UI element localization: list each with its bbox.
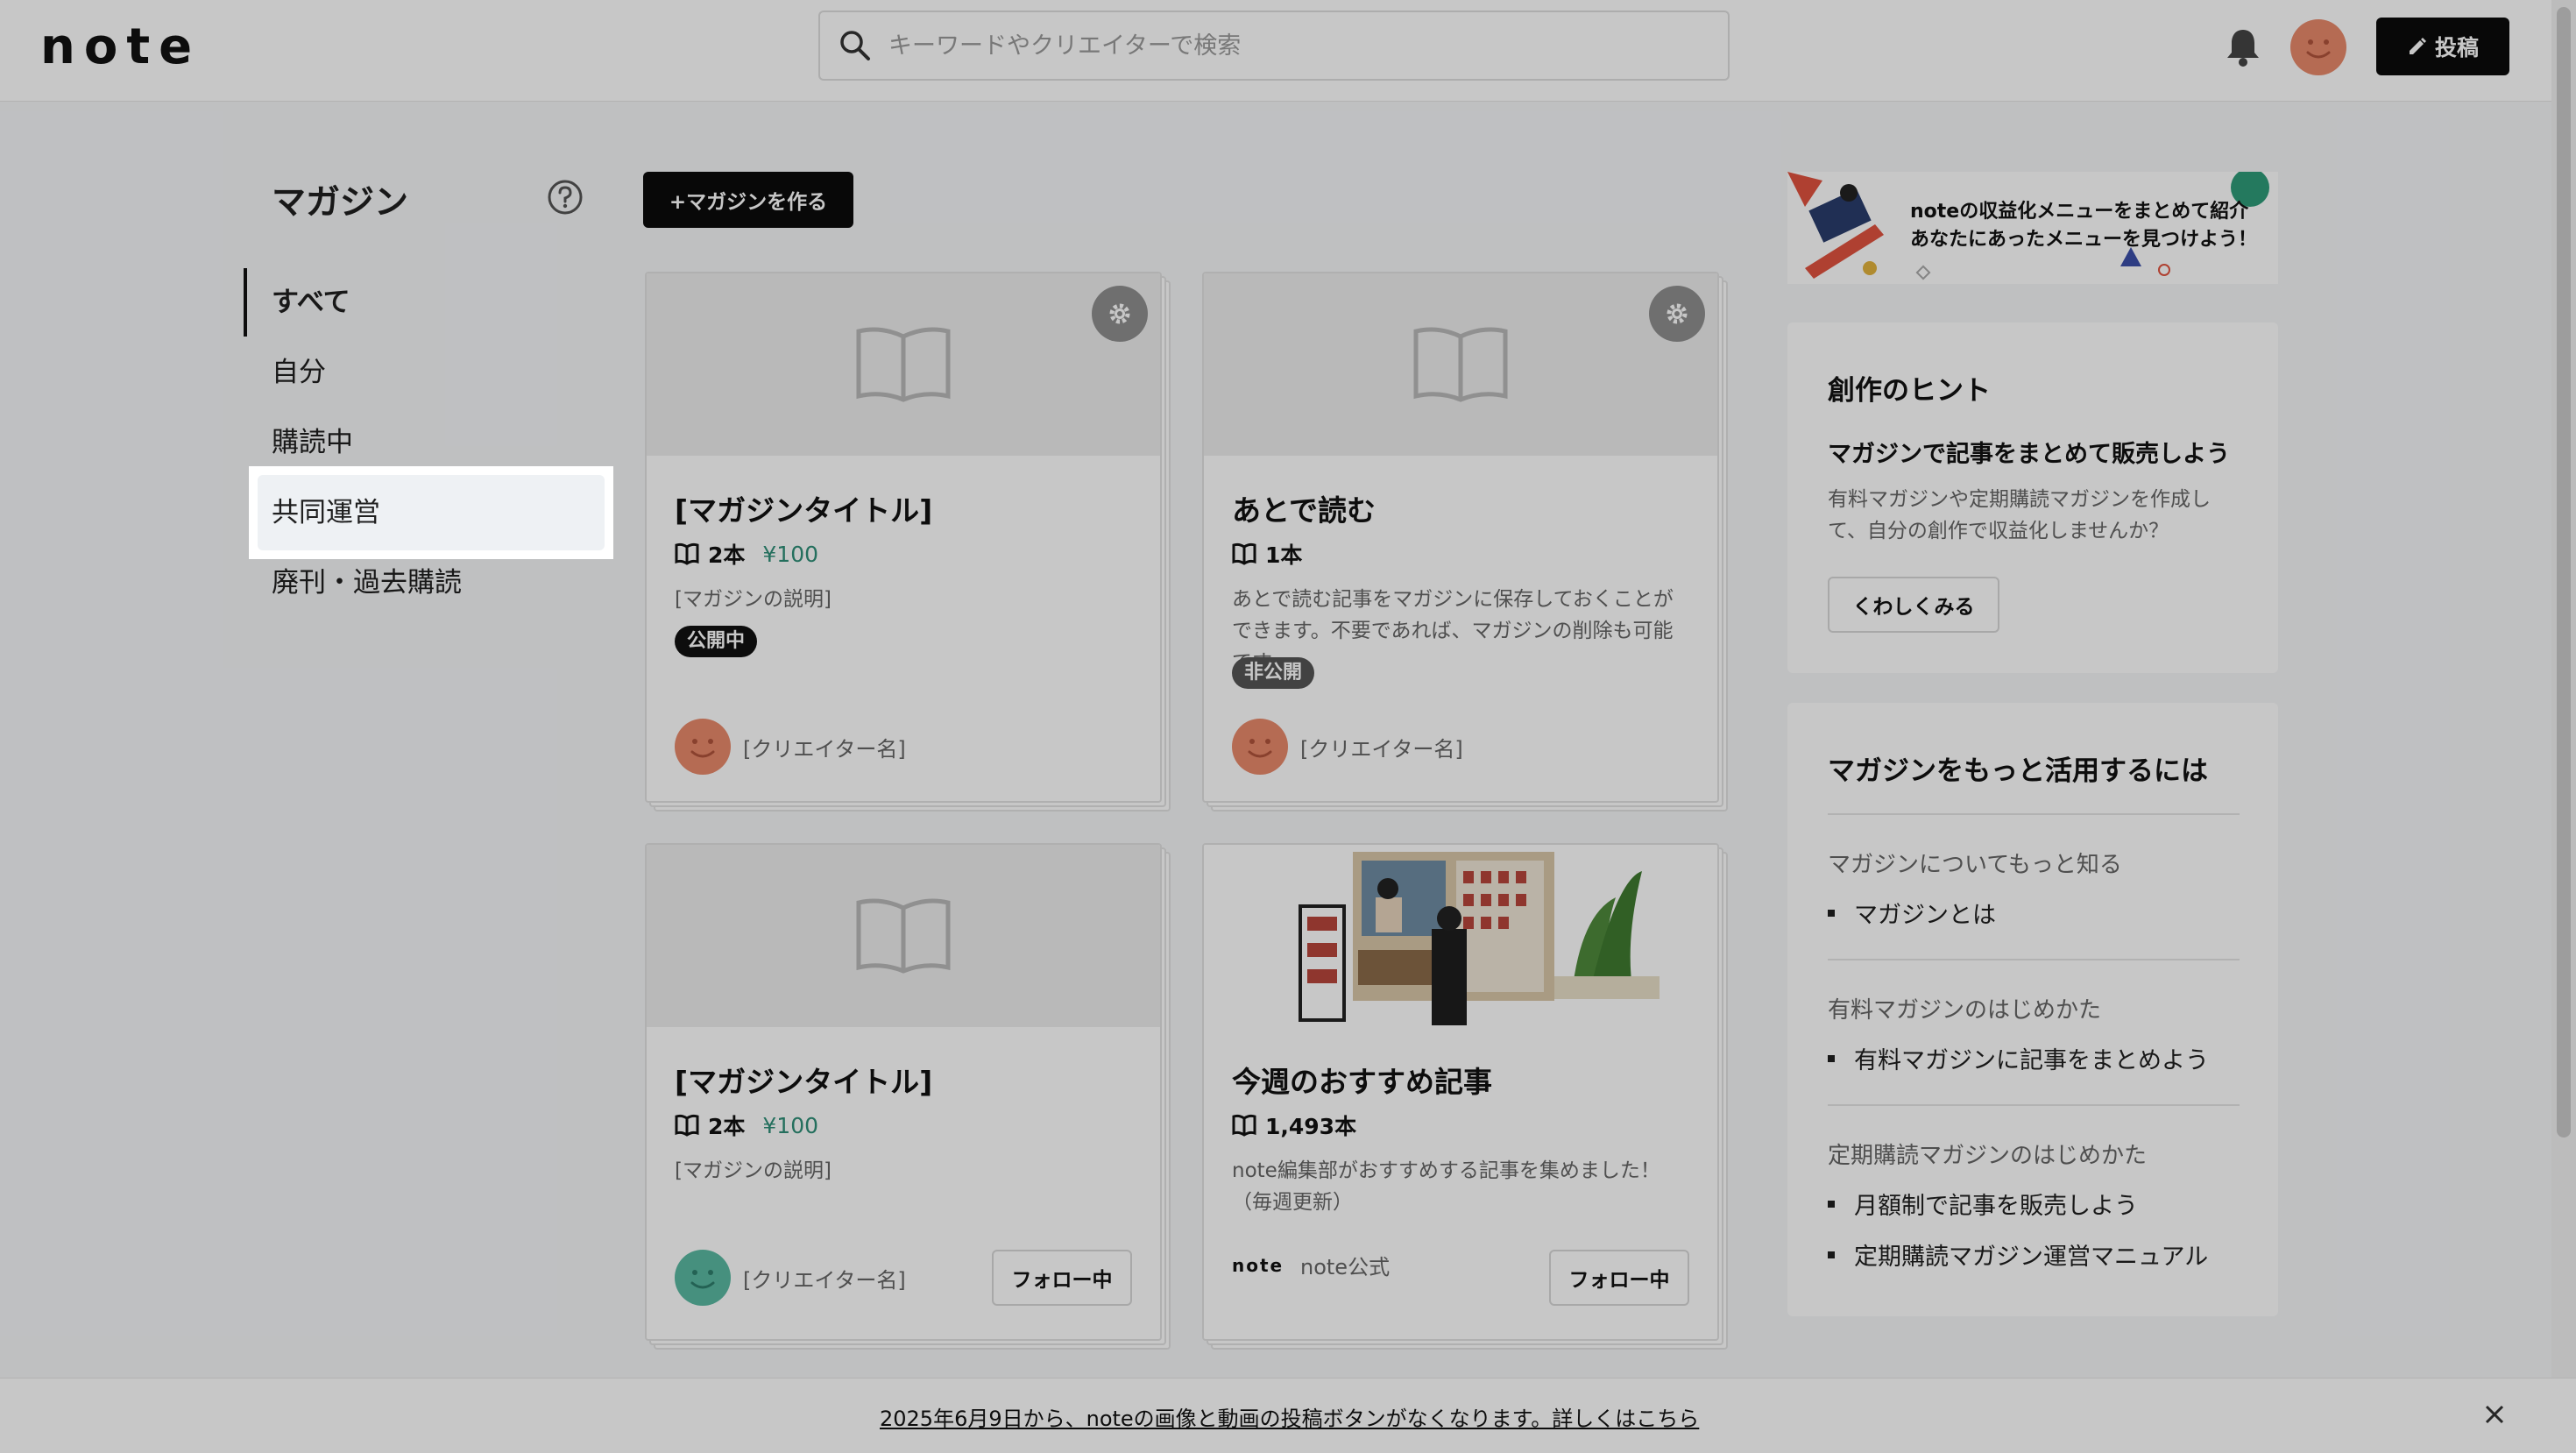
link-subscription-manual[interactable]: 定期購読マガジン運営マニュアル xyxy=(1828,1237,2208,1272)
creator-avatar xyxy=(1232,719,1288,775)
active-indicator xyxy=(244,268,247,337)
creator-avatar xyxy=(675,719,731,775)
settings-button[interactable] xyxy=(1649,286,1705,342)
note-logo[interactable]: note xyxy=(40,19,201,75)
magazine-cover xyxy=(647,273,1160,456)
magazine-meta: 2本 ¥100 xyxy=(675,1109,818,1141)
hint-subtitle: マガジンで記事をまとめて販売しよう xyxy=(1828,441,2230,468)
creator-name: [クリエイター名] xyxy=(743,736,906,762)
creator-name: [クリエイター名] xyxy=(1300,736,1463,762)
gear-icon xyxy=(1109,303,1130,324)
magazine-cover xyxy=(1204,273,1717,456)
sidebar-item-discontinued[interactable]: 廃刊・過去購読 xyxy=(258,550,601,615)
help-icon[interactable] xyxy=(547,179,584,216)
book-icon xyxy=(1413,327,1508,402)
book-count-icon xyxy=(1232,1114,1256,1137)
notice-link[interactable]: 2025年6月9日から、noteの画像と動画の投稿ボタンがなくなります。詳しくは… xyxy=(880,1401,1699,1432)
header: note 投稿 xyxy=(0,0,2576,102)
magazine-description: [マガジンの説明] xyxy=(675,1159,832,1182)
sidebar-item-subscribed[interactable]: 購読中 xyxy=(258,410,601,475)
sidebar-item-co-managed[interactable]: 共同運営 xyxy=(258,475,605,550)
search-box[interactable] xyxy=(818,11,1730,81)
bell-icon[interactable] xyxy=(2224,26,2262,68)
article-count: 1本 xyxy=(1265,542,1303,568)
learn-more-button[interactable]: くわしくみる xyxy=(1828,577,1999,633)
section-label: 定期購読マガジンのはじめかた xyxy=(1828,1143,2148,1169)
magazine-title[interactable]: [マガジンタイトル] xyxy=(675,487,932,529)
notice-bar: 2025年6月9日から、noteの画像と動画の投稿ボタンがなくなります。詳しくは… xyxy=(0,1378,2576,1453)
divider xyxy=(1828,813,2240,815)
magazine-meta: 1本 xyxy=(1232,538,1320,570)
settings-button[interactable] xyxy=(1092,286,1148,342)
sidebar-item-all[interactable]: すべて xyxy=(258,270,601,335)
magazine-price: ¥100 xyxy=(762,1112,819,1138)
link-what-is-magazine[interactable]: マガジンとは xyxy=(1828,896,1996,930)
link-monthly-sales[interactable]: 月額制で記事を販売しよう xyxy=(1828,1187,2138,1221)
hint-title: 創作のヒント xyxy=(1828,375,1991,407)
magazine-meta: 2本 ¥100 xyxy=(675,538,818,570)
book-icon xyxy=(856,898,951,974)
article-count: 1,493本 xyxy=(1265,1114,1357,1139)
creator-name: [クリエイター名] xyxy=(743,1267,906,1293)
magazine-meta: 1,493本 xyxy=(1232,1109,1374,1141)
creator-avatar xyxy=(675,1250,731,1306)
status-badge: 非公開 xyxy=(1232,657,1315,689)
magazine-card[interactable]: 今週のおすすめ記事 1,493本 note編集部がおすすめする記事を集めました！… xyxy=(1202,843,1728,1374)
follow-button[interactable]: フォロー中 xyxy=(1549,1250,1689,1306)
post-button-label: 投稿 xyxy=(2434,35,2479,60)
magazine-card[interactable]: あとで読む 1本 あとで読む記事をマガジンに保存しておくことができます。不要であ… xyxy=(1202,272,1728,812)
book-icon xyxy=(856,327,951,402)
note-official-logo: note xyxy=(1232,1254,1284,1276)
pencil-icon xyxy=(2409,38,2426,54)
search-icon xyxy=(840,31,870,60)
magazine-cover xyxy=(647,845,1160,1027)
banner-line-2: あなたにあったメニューを見つけよう！ xyxy=(1910,229,2258,251)
link-paid-magazine[interactable]: 有料マガジンに記事をまとめよう xyxy=(1828,1041,2209,1075)
book-count-icon xyxy=(675,1114,699,1137)
hint-panel: 創作のヒント マガジンで記事をまとめて販売しよう 有料マガジンや定期購読マガジン… xyxy=(1787,322,2278,673)
bookstore-illustration xyxy=(1299,852,1660,1025)
user-avatar[interactable] xyxy=(2290,19,2346,75)
post-button[interactable]: 投稿 xyxy=(2376,18,2509,75)
follow-button[interactable]: フォロー中 xyxy=(992,1250,1132,1306)
divider xyxy=(1828,1104,2240,1106)
creator-info[interactable]: [クリエイター名] xyxy=(675,1250,906,1306)
magazine-card[interactable]: [マガジンタイトル] 2本 ¥100 [マガジンの説明] 公開中 [クリエイター… xyxy=(645,272,1171,812)
magazine-card[interactable]: [マガジンタイトル] 2本 ¥100 [マガジンの説明] [クリエイター名] フ… xyxy=(645,843,1171,1374)
creator-info[interactable]: [クリエイター名] xyxy=(675,719,906,775)
magazine-title[interactable]: [マガジンタイトル] xyxy=(675,1059,932,1101)
search-input[interactable] xyxy=(888,32,1677,60)
spotlight-frame: 共同運営 xyxy=(249,466,613,559)
article-count: 2本 xyxy=(708,542,746,568)
status-badge: 公開中 xyxy=(675,626,758,657)
monetization-banner[interactable]: noteの収益化メニューをまとめて紹介 あなたにあったメニューを見つけよう！ xyxy=(1787,172,2278,284)
create-magazine-button[interactable]: +マガジンを作る xyxy=(643,172,853,228)
magazine-price: ¥100 xyxy=(762,541,819,567)
banner-line-1: noteの収益化メニューをまとめて紹介 xyxy=(1910,201,2249,223)
usage-title: マガジンをもっと活用するには xyxy=(1828,755,2208,787)
creator-info[interactable]: [クリエイター名] xyxy=(1232,719,1463,775)
gear-icon xyxy=(1667,303,1688,324)
magazine-title[interactable]: 今週のおすすめ記事 xyxy=(1232,1059,1492,1101)
sidebar-item-mine[interactable]: 自分 xyxy=(258,340,601,405)
article-count: 2本 xyxy=(708,1114,746,1139)
book-count-icon xyxy=(675,542,699,565)
magazine-title[interactable]: あとで読む xyxy=(1232,487,1376,529)
magazine-description: note編集部がおすすめする記事を集めました！（毎週更新） xyxy=(1232,1159,1660,1214)
book-count-icon xyxy=(1232,542,1256,565)
section-label: マガジンについてもっと知る xyxy=(1828,852,2122,878)
hint-body: 有料マガジンや定期購読マガジンを作成して、自分の創作で収益化しませんか？ xyxy=(1828,488,2211,542)
usage-panel: マガジンをもっと活用するには マガジンについてもっと知る マガジンとは 有料マガ… xyxy=(1787,703,2278,1316)
scrollbar-thumb[interactable] xyxy=(2557,7,2571,1138)
section-label: 有料マガジンのはじめかた xyxy=(1828,997,2102,1024)
creator-name: note公式 xyxy=(1300,1255,1391,1279)
magazine-description: [マガジンの説明] xyxy=(675,588,832,611)
page-title: マガジン xyxy=(272,183,409,223)
divider xyxy=(1828,959,2240,960)
banner-text: noteの収益化メニューをまとめて紹介 あなたにあったメニューを見つけよう！ xyxy=(1910,198,2257,254)
magazine-cover-illustration xyxy=(1204,845,1717,1027)
close-icon[interactable] xyxy=(2480,1400,2509,1429)
creator-info[interactable]: note note公式 xyxy=(1232,1250,1390,1280)
